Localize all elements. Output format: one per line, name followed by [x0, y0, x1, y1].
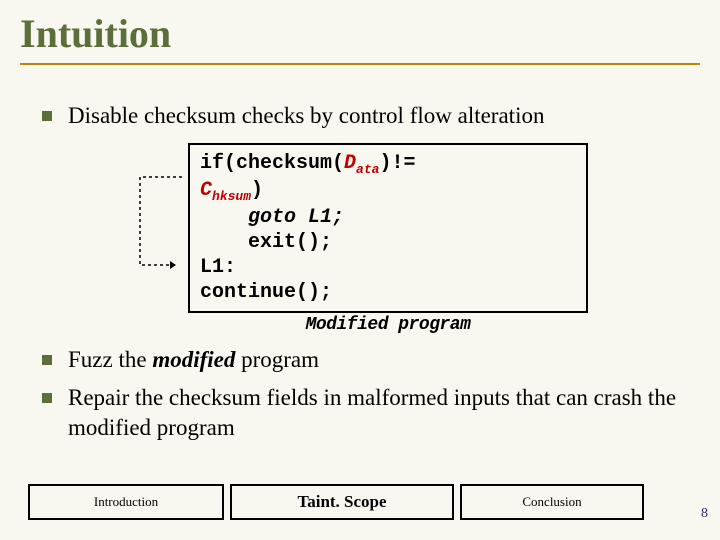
bullet-item-1: Disable checksum checks by control flow …	[28, 101, 700, 131]
code-caption: Modified program	[188, 315, 588, 335]
bullet-text: Fuzz the modified program	[68, 345, 319, 375]
bullet-icon	[42, 111, 52, 121]
code-box: if(checksum(Data)!= Chksum) goto L1; exi…	[188, 143, 588, 314]
code-line-6: continue();	[200, 280, 576, 305]
bullet-item-3: Repair the checksum fields in malformed …	[28, 383, 700, 443]
code-line-2: Chksum)	[200, 178, 576, 205]
code-area: if(checksum(Data)!= Chksum) goto L1; exi…	[188, 143, 588, 336]
bullet-icon	[42, 393, 52, 403]
code-line-4: exit();	[248, 230, 576, 255]
footer-box-scope: Taint. Scope	[230, 484, 454, 520]
lower-bullets: Fuzz the modified program Repair the che…	[28, 345, 700, 443]
footer-box-conclusion: Conclusion	[460, 484, 644, 520]
bullet-icon	[42, 355, 52, 365]
footer-box-intro: Introduction	[28, 484, 224, 520]
page-number: 8	[701, 506, 708, 522]
slide-title: Intuition	[20, 10, 700, 65]
code-line-5: L1:	[200, 255, 576, 280]
bullet-text: Repair the checksum fields in malformed …	[68, 383, 700, 443]
code-line-3: goto L1;	[248, 205, 576, 230]
slide: Intuition Disable checksum checks by con…	[0, 0, 720, 443]
bullet-item-2: Fuzz the modified program	[28, 345, 700, 375]
dashed-arrow-icon	[132, 173, 186, 273]
code-line-1: if(checksum(Data)!=	[200, 151, 576, 178]
bullet-text: Disable checksum checks by control flow …	[68, 101, 544, 131]
footer-boxes: Introduction Taint. Scope Conclusion	[28, 484, 644, 520]
